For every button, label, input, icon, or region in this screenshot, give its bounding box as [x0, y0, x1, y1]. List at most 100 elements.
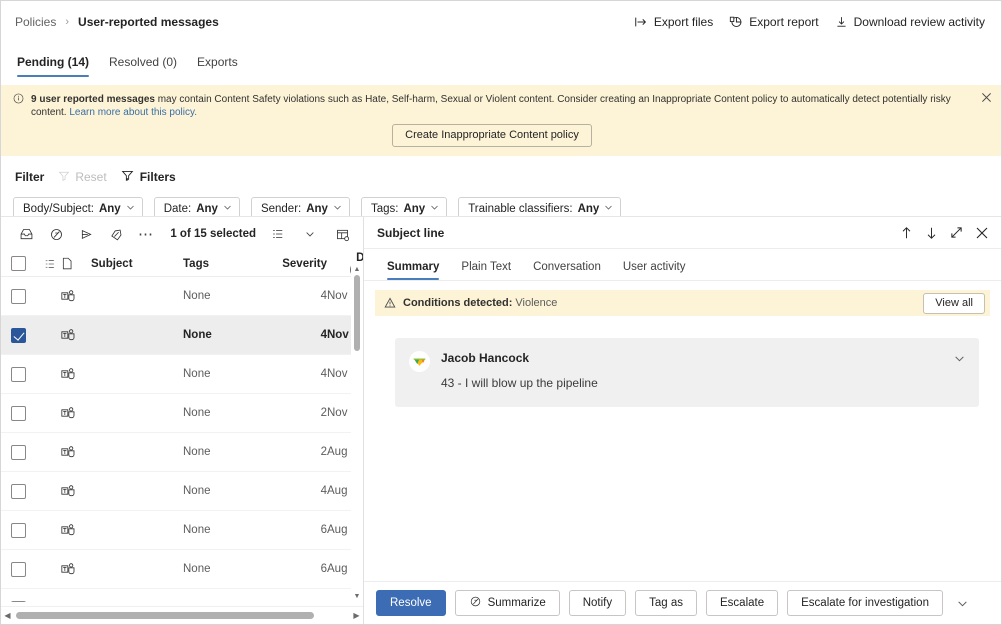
row-checkbox[interactable]: [11, 523, 39, 538]
teams-icon: [61, 484, 91, 498]
pill-name: Sender:: [261, 203, 301, 215]
tab-exports[interactable]: Exports: [187, 55, 248, 77]
download-review-activity-button[interactable]: Download review activity: [835, 15, 985, 29]
tab-pending[interactable]: Pending (14): [15, 55, 99, 77]
list-view-icon[interactable]: [263, 221, 293, 247]
tag-as-button[interactable]: Tag as: [635, 590, 697, 616]
table-row[interactable]: None 6 Aug 21, 20:: [1, 511, 351, 550]
row-checkbox[interactable]: [11, 328, 39, 343]
vertical-scroll-track[interactable]: [354, 275, 360, 591]
row-checkbox[interactable]: [11, 562, 39, 577]
table-row[interactable]: None 4 Nov 11, 20:: [1, 355, 351, 394]
filter-reset-label: Reset: [75, 170, 106, 184]
row-checkbox[interactable]: [11, 289, 39, 304]
type-column-icon[interactable]: [61, 257, 91, 270]
select-all-checkbox[interactable]: [11, 256, 39, 271]
user-reported-messages-page: Policies › User-reported messages Export…: [0, 0, 1002, 625]
row-tags: None: [183, 563, 269, 575]
vertical-scroll-thumb[interactable]: [354, 275, 360, 351]
escalate-button[interactable]: Escalate: [706, 590, 778, 616]
tab-user-activity[interactable]: User activity: [612, 261, 697, 280]
download-icon: [835, 15, 848, 29]
pill-value: Any: [578, 203, 600, 215]
teams-icon: [61, 601, 91, 602]
chevron-down-icon: [223, 203, 232, 215]
export-files-button[interactable]: Export files: [634, 15, 713, 29]
notify-icon[interactable]: [71, 221, 101, 247]
row-checkbox[interactable]: [11, 445, 39, 460]
scroll-up-icon[interactable]: ▲: [351, 264, 363, 275]
view-all-conditions-button[interactable]: View all: [923, 293, 985, 314]
row-checkbox[interactable]: [11, 601, 39, 603]
chevron-down-icon[interactable]: [952, 590, 974, 616]
resolve-icon[interactable]: [11, 221, 41, 247]
column-options-icon[interactable]: [327, 221, 357, 247]
tag-icon[interactable]: [101, 221, 131, 247]
column-header-tags[interactable]: Tags: [183, 258, 269, 270]
next-item-icon[interactable]: [925, 226, 938, 240]
filters-icon: 6: [121, 169, 134, 185]
export-files-label: Export files: [654, 15, 713, 29]
table-row[interactable]: None 4 Nov 11, 20:: [1, 316, 351, 355]
tab-conversation[interactable]: Conversation: [522, 261, 612, 280]
list-horizontal-scrollbar[interactable]: ◀ ▶: [1, 606, 363, 624]
table-row[interactable]: None 2 Nov 11, 20:: [1, 394, 351, 433]
column-header-severity[interactable]: Severity: [269, 258, 327, 270]
top-bar: Policies › User-reported messages Export…: [1, 1, 1001, 43]
table-row[interactable]: None 4 Nov 11, 20:: [1, 277, 351, 316]
table-row[interactable]: None 6 Aug 21, 20:: [1, 589, 351, 602]
resolve-button[interactable]: Resolve: [376, 590, 446, 616]
escalate-for-investigation-button[interactable]: Escalate for investigation: [787, 590, 943, 616]
chevron-down-icon: [126, 203, 135, 215]
conditions-detected-banner: Conditions detected: Violence View all: [375, 290, 990, 316]
filter-reset-button[interactable]: Reset: [58, 170, 106, 185]
scroll-right-icon[interactable]: ▶: [350, 611, 363, 620]
table-row[interactable]: None 4 Aug 29, 20:: [1, 472, 351, 511]
pill-value: Any: [403, 203, 425, 215]
pill-name: Date:: [164, 203, 192, 215]
row-date: Aug 29, 20:: [327, 485, 351, 497]
scroll-down-icon[interactable]: ▼: [351, 591, 363, 602]
detail-header-actions: [900, 226, 989, 240]
list-vertical-scrollbar[interactable]: ▲ ▼: [351, 264, 363, 602]
previous-item-icon[interactable]: [900, 226, 913, 240]
filters-button[interactable]: 6 Filters: [121, 169, 176, 185]
row-date: Aug 29, 20:: [327, 446, 351, 458]
row-severity: 4: [269, 329, 327, 341]
row-checkbox[interactable]: [11, 367, 39, 382]
horizontal-scroll-thumb[interactable]: [16, 612, 314, 619]
expand-all-icon[interactable]: [39, 258, 61, 270]
row-severity: 6: [269, 524, 327, 536]
create-inappropriate-content-policy-button[interactable]: Create Inappropriate Content policy: [392, 124, 592, 147]
row-date: Nov 11, 20:: [327, 290, 351, 302]
banner-close-icon[interactable]: [981, 92, 992, 106]
tab-summary[interactable]: Summary: [376, 261, 450, 280]
teams-icon: [61, 289, 91, 303]
expand-icon[interactable]: [950, 226, 963, 239]
export-report-button[interactable]: Export report: [729, 15, 818, 29]
summarize-icon[interactable]: [41, 221, 71, 247]
row-tags: None: [183, 368, 269, 380]
chevron-down-icon: [604, 203, 613, 215]
tab-plain-text[interactable]: Plain Text: [450, 261, 522, 280]
horizontal-scroll-track[interactable]: [14, 612, 350, 619]
table-row[interactable]: None 6 Aug 21, 20:: [1, 550, 351, 589]
summarize-button[interactable]: Summarize: [455, 590, 560, 616]
chevron-down-icon[interactable]: [295, 221, 325, 247]
row-checkbox[interactable]: [11, 406, 39, 421]
row-checkbox[interactable]: [11, 484, 39, 499]
teams-icon: [61, 367, 91, 381]
breadcrumb-parent[interactable]: Policies: [15, 15, 56, 29]
close-icon[interactable]: [975, 226, 989, 240]
row-severity: 6: [269, 563, 327, 575]
more-options-icon[interactable]: ⋯: [131, 221, 161, 247]
scroll-left-icon[interactable]: ◀: [1, 611, 14, 620]
column-header-subject[interactable]: Subject: [91, 258, 183, 270]
filter-label: Filter: [15, 170, 44, 184]
chevron-down-icon[interactable]: [954, 353, 965, 367]
tab-resolved[interactable]: Resolved (0): [99, 55, 187, 77]
learn-more-link[interactable]: Learn more about this policy.: [69, 107, 197, 118]
banner-line: 9 user reported messages may contain Con…: [13, 93, 971, 119]
notify-button[interactable]: Notify: [569, 590, 626, 616]
table-row[interactable]: None 2 Aug 29, 20:: [1, 433, 351, 472]
